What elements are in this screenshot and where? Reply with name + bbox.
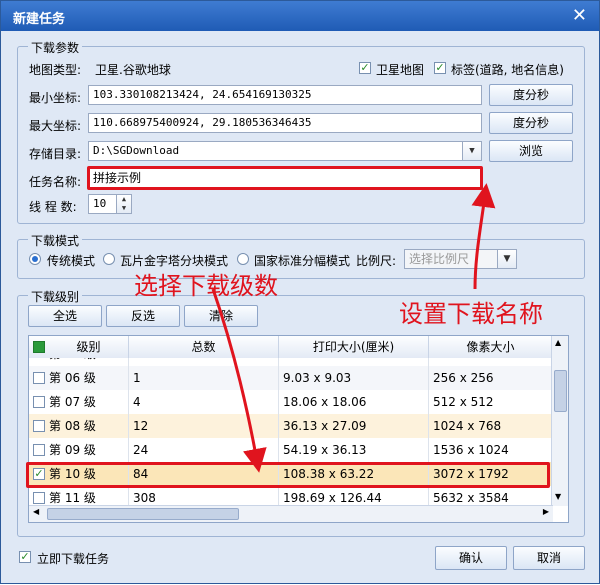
- col-count[interactable]: 总数: [129, 336, 279, 358]
- scroll-thumb[interactable]: [554, 370, 567, 412]
- table-row[interactable]: 第 07 级 4 18.06 x 18.06 512 x 512: [29, 390, 553, 415]
- tags-label: 标签(道路, 地名信息): [451, 63, 564, 77]
- immediate-download-label: 立即下载任务: [37, 552, 110, 566]
- max-coord-input[interactable]: 110.668975400924, 29.180536346435: [88, 113, 482, 133]
- scroll-left-icon[interactable]: ◀: [33, 507, 39, 516]
- cell-level: 第 06 级: [29, 366, 129, 390]
- levels-table: 级别 总数 打印大小(厘米) 像素大小 第 05 级 1 9.03 x 9.03…: [28, 335, 569, 523]
- max-coord-label: 最大坐标:: [29, 119, 82, 133]
- radio-national[interactable]: [237, 253, 249, 265]
- col-pixel-size[interactable]: 像素大小: [429, 336, 553, 358]
- dialog-title: 新建任务: [13, 12, 66, 27]
- cell-level: 第 09 级: [29, 438, 129, 462]
- col-level[interactable]: 级别: [29, 336, 129, 358]
- download-levels-title: 下载级别: [28, 288, 83, 305]
- scale-select[interactable]: 选择比例尺 ▼: [404, 249, 517, 269]
- tags-checkbox[interactable]: ✓: [434, 62, 446, 74]
- threads-input[interactable]: 10 ▲ ▼: [88, 194, 132, 214]
- chevron-down-icon[interactable]: ▼: [462, 142, 481, 160]
- close-icon[interactable]: ✕: [572, 5, 587, 26]
- cell-pixels: 256 x 256: [429, 366, 553, 390]
- table-row[interactable]: 第 09 级 24 54.19 x 36.13 1536 x 1024: [29, 438, 553, 463]
- cancel-button[interactable]: 取消: [513, 546, 585, 570]
- cell-print: 18.06 x 18.06: [279, 390, 429, 414]
- annotation-set-name: 设置下载名称: [399, 300, 543, 328]
- satellite-label: 卫星地图: [376, 63, 425, 77]
- table-row[interactable]: 第 06 级 1 9.03 x 9.03 256 x 256: [29, 366, 553, 391]
- cell-level: 第 05 级: [29, 358, 129, 366]
- cell-count: 12: [129, 414, 279, 438]
- ok-button[interactable]: 确认: [435, 546, 507, 570]
- table-header: 级别 总数 打印大小(厘米) 像素大小: [29, 336, 553, 359]
- clear-button[interactable]: 清除: [184, 305, 258, 327]
- scroll-down-icon[interactable]: ▼: [555, 492, 561, 501]
- level-row-highlight: [26, 462, 550, 488]
- scale-placeholder: 选择比例尺: [409, 252, 470, 266]
- storage-dir-value: D:\SGDownload: [93, 144, 180, 157]
- storage-dir-input[interactable]: D:\SGDownload ▼: [88, 141, 482, 161]
- task-name-label: 任务名称:: [29, 175, 82, 189]
- radio-traditional[interactable]: [29, 253, 41, 265]
- storage-label: 存储目录:: [29, 147, 82, 161]
- min-coord-label: 最小坐标:: [29, 91, 82, 105]
- col-print-size[interactable]: 打印大小(厘米): [279, 336, 429, 358]
- cell-pixels: 1024 x 768: [429, 414, 553, 438]
- vertical-scrollbar[interactable]: ▲ ▼: [551, 336, 568, 506]
- scale-label: 比例尺:: [356, 254, 397, 268]
- title-bar: 新建任务 ✕: [1, 1, 599, 31]
- download-mode-title: 下载模式: [28, 232, 83, 249]
- cell-count: 4: [129, 390, 279, 414]
- cell-level: 第 07 级: [29, 390, 129, 414]
- immediate-download-checkbox[interactable]: ✓: [19, 551, 31, 563]
- cell-pixels: 256 x 256: [429, 358, 553, 366]
- scroll-up-icon[interactable]: ▲: [555, 338, 561, 347]
- threads-value: 10: [93, 197, 107, 210]
- radio-pyramid[interactable]: [103, 253, 115, 265]
- horizontal-scrollbar[interactable]: ◀ ▶: [29, 505, 553, 522]
- cell-print: 9.03 x 9.03: [279, 366, 429, 390]
- cell-print: 36.13 x 27.09: [279, 414, 429, 438]
- satellite-checkbox[interactable]: ✓: [359, 62, 371, 74]
- cell-count: 1: [129, 358, 279, 366]
- hscroll-thumb[interactable]: [47, 508, 239, 520]
- cell-print: 54.19 x 36.13: [279, 438, 429, 462]
- max-dms-button[interactable]: 度分秒: [489, 112, 573, 134]
- min-coord-input[interactable]: 103.330108213424, 24.654169130325: [88, 85, 482, 105]
- task-name-highlight: [87, 166, 483, 190]
- cell-pixels: 1536 x 1024: [429, 438, 553, 462]
- cell-print: 9.03 x 9.03: [279, 358, 429, 366]
- table-row[interactable]: 第 08 级 12 36.13 x 27.09 1024 x 768: [29, 414, 553, 439]
- select-all-button[interactable]: 全选: [28, 305, 102, 327]
- stepper-icon[interactable]: ▲ ▼: [116, 195, 131, 213]
- map-type-value: 卫星.谷歌地球: [95, 63, 171, 77]
- cell-count: 1: [129, 366, 279, 390]
- chevron-down-icon[interactable]: ▼: [497, 250, 516, 268]
- cell-count: 24: [129, 438, 279, 462]
- download-params-title: 下载参数: [28, 39, 83, 56]
- browse-button[interactable]: 浏览: [489, 140, 573, 162]
- scroll-right-icon[interactable]: ▶: [543, 507, 549, 516]
- map-type-label: 地图类型:: [29, 63, 82, 77]
- invert-selection-button[interactable]: 反选: [106, 305, 180, 327]
- cell-pixels: 512 x 512: [429, 390, 553, 414]
- annotation-select-level: 选择下载级数: [134, 272, 278, 300]
- radio-traditional-label: 传统模式: [47, 254, 96, 268]
- threads-label: 线 程 数:: [29, 200, 77, 214]
- cell-level: 第 08 级: [29, 414, 129, 438]
- min-dms-button[interactable]: 度分秒: [489, 84, 573, 106]
- new-task-dialog: 新建任务 ✕ 下载参数 地图类型: 卫星.谷歌地球 ✓ 卫星地图 ✓ 标签(道路…: [0, 0, 600, 584]
